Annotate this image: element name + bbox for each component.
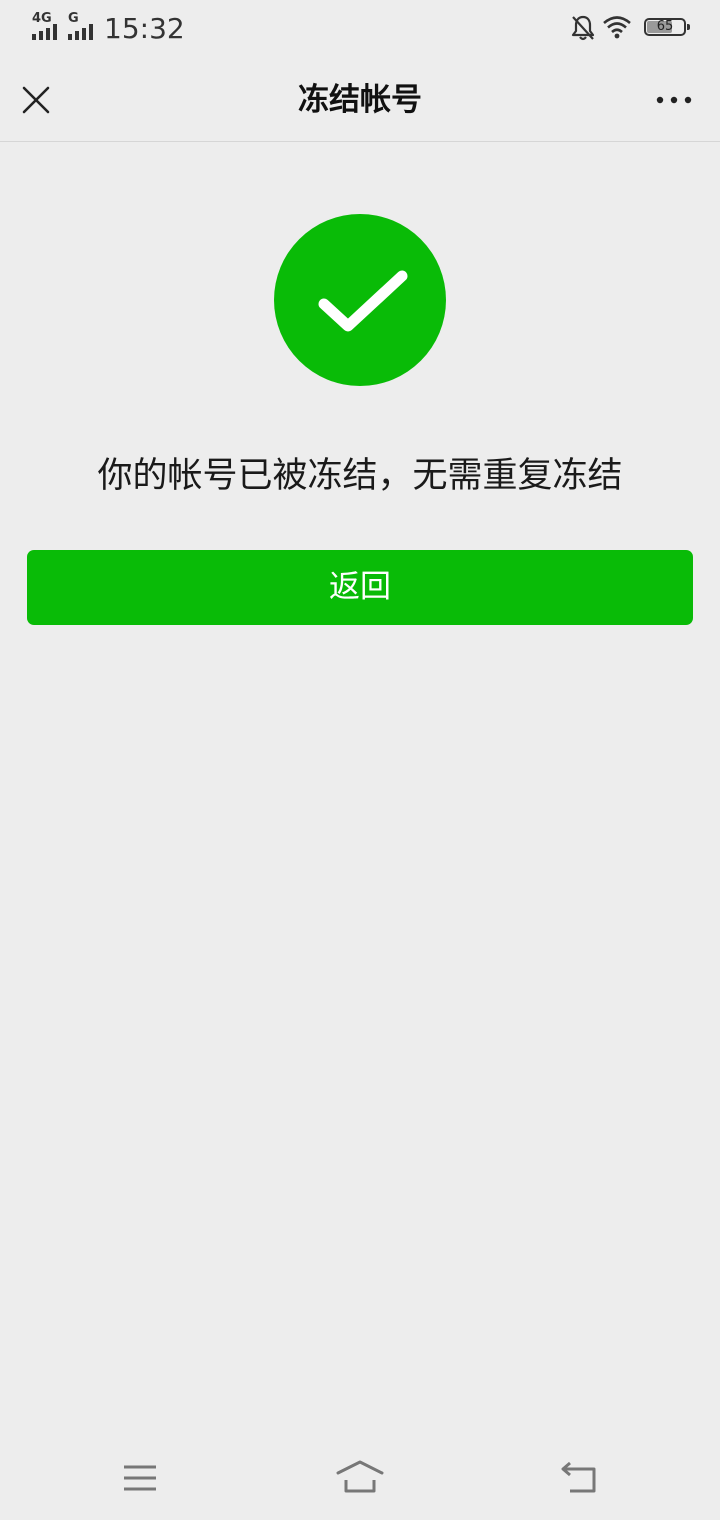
status-icons: 65 [570, 14, 690, 44]
back-nav-button[interactable] [552, 1458, 608, 1498]
home-button[interactable] [332, 1458, 388, 1498]
back-button[interactable]: 返回 [27, 550, 693, 625]
more-button[interactable] [654, 84, 694, 116]
page-title: 冻结帐号 [298, 82, 422, 118]
back-icon [561, 1461, 596, 1493]
home-icon [336, 1460, 384, 1493]
network-type-label: 4G [32, 11, 52, 26]
wifi-icon [603, 16, 631, 39]
mute-bell-icon [571, 15, 595, 41]
status-message: 你的帐号已被冻结，无需重复冻结 [97, 456, 623, 496]
status-time: 15:32 [104, 12, 185, 45]
more-icon [656, 96, 692, 104]
system-nav-bar [0, 1440, 720, 1520]
menu-icon [124, 1465, 156, 1491]
signal-strength-icon-2: G [68, 12, 100, 40]
signal-strength-icon: 4G [32, 12, 64, 40]
battery-icon: 65 [644, 18, 690, 36]
network-type-label-2: G [68, 11, 79, 26]
nav-bar: 冻结帐号 [0, 58, 720, 142]
status-bar: 4G G 15:32 65 [0, 0, 720, 58]
battery-level: 65 [656, 19, 674, 34]
success-check-icon [274, 214, 446, 386]
menu-button[interactable] [112, 1458, 168, 1498]
